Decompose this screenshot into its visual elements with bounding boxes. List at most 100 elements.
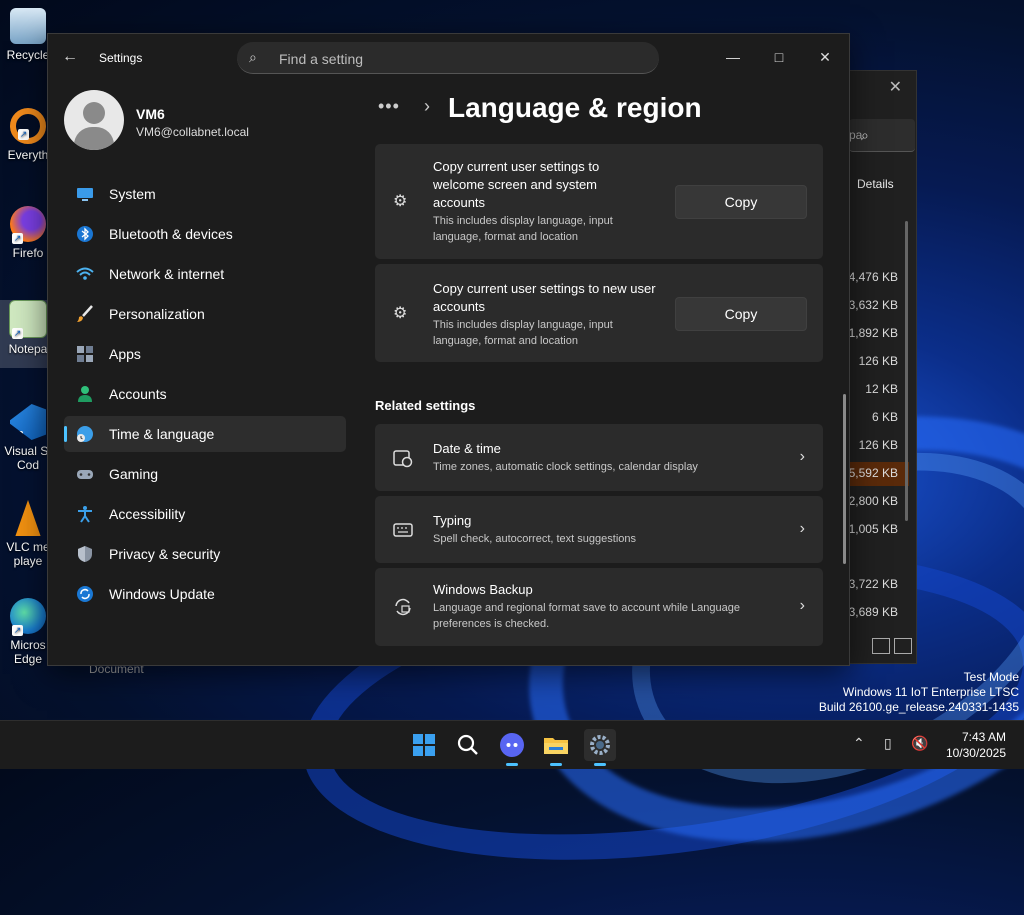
backup-icon: [395, 598, 411, 616]
nav-item-system[interactable]: System: [64, 176, 346, 212]
settings-window: ← Settings ⌕ — □ ✕ VM6 VM6@collabnet.loc…: [47, 33, 850, 666]
chevron-right-icon: ›: [799, 448, 805, 465]
nav-item-gaming[interactable]: Gaming: [64, 456, 346, 492]
firefox-icon: ↗: [10, 206, 46, 244]
copy-welcome-button[interactable]: Copy: [675, 185, 807, 219]
memory-value: 95,592 KB: [841, 466, 898, 480]
notepad-icon: ↗: [9, 300, 47, 339]
memory-value: 6 KB: [871, 410, 898, 424]
gamepad-icon: [77, 470, 93, 479]
clock[interactable]: 7:43 AM 10/30/2025: [946, 729, 1006, 761]
chevron-up-icon[interactable]: ⌃: [853, 735, 865, 752]
card-title: Copy current user settings to welcome sc…: [433, 159, 600, 210]
network-icon[interactable]: ▯: [884, 735, 892, 752]
memory-value: 83,632 KB: [841, 298, 898, 312]
shield-icon: [78, 546, 92, 562]
person-icon: [78, 386, 92, 402]
bg-search-box[interactable]: pa ⌕: [849, 119, 915, 152]
edge-icon: ↗: [10, 598, 46, 636]
user-name: VM6: [136, 106, 165, 122]
maximize-icon[interactable]: □: [756, 42, 802, 72]
discord-icon: [500, 733, 524, 757]
recycle-bin-icon: [10, 8, 46, 44]
memory-value: 13,722 KB: [841, 577, 898, 591]
card-title: Date & time: [433, 441, 501, 456]
related-settings-heading: Related settings: [375, 398, 476, 413]
folder-icon: [544, 738, 568, 754]
user-email: VM6@collabnet.local: [136, 125, 249, 139]
memory-value: 12 KB: [865, 382, 898, 396]
update-icon: [77, 586, 93, 602]
desktop-icon-label: VLC me playe: [6, 540, 50, 568]
more-breadcrumb-button[interactable]: •••: [378, 96, 400, 117]
vscode-icon: ↗: [10, 404, 46, 440]
card-title: Typing: [433, 513, 472, 528]
nav-item-apps[interactable]: Apps: [64, 336, 346, 372]
desktop-icon-label: Recycle: [6, 48, 50, 62]
related-date-time[interactable]: Date & time Time zones, automatic clock …: [375, 424, 823, 491]
brush-icon: [77, 305, 93, 322]
memory-value: 71,005 KB: [841, 522, 898, 536]
everything-icon: ↗: [10, 108, 46, 144]
monitor-icon: [77, 188, 93, 201]
scrollbar[interactable]: [843, 394, 846, 564]
desktop-icon-label: Notepa: [8, 342, 48, 356]
memory-value: 1,892 KB: [848, 326, 898, 340]
search-icon: [457, 734, 478, 755]
scrollbar[interactable]: [905, 221, 908, 521]
vlc-icon: [15, 500, 41, 536]
avatar: [64, 90, 124, 150]
list-view-icon[interactable]: [872, 638, 890, 654]
search-box[interactable]: ⌕: [237, 42, 659, 75]
nav-item-windows-update[interactable]: Windows Update: [64, 576, 346, 612]
memory-value: 126 KB: [858, 354, 898, 368]
card-title: Copy current user settings to new user a…: [433, 281, 656, 314]
card-description: Time zones, automatic clock settings, ca…: [433, 461, 698, 473]
settings-taskbar-button[interactable]: [584, 729, 616, 766]
memory-value: 22,800 KB: [841, 494, 898, 508]
nav-item-accessibility[interactable]: Accessibility: [64, 496, 346, 532]
page-title: Language & region: [448, 92, 702, 123]
search-taskbar-button[interactable]: [452, 729, 484, 761]
close-icon[interactable]: ✕: [802, 42, 848, 72]
wifi-icon: [76, 267, 94, 280]
test-mode-watermark: Test Mode Windows 11 IoT Enterprise LTSC…: [818, 670, 1019, 714]
search-input[interactable]: [277, 42, 641, 75]
nav-item-personalization[interactable]: Personalization: [64, 296, 346, 332]
nav-item-time-language[interactable]: Time & language: [64, 416, 346, 452]
minimize-icon[interactable]: —: [710, 42, 756, 72]
nav-item-accounts[interactable]: Accounts: [64, 376, 346, 412]
nav-item-privacy[interactable]: Privacy & security: [64, 536, 346, 572]
card-title: Windows Backup: [433, 582, 533, 597]
accessibility-icon: [78, 506, 92, 523]
details-tab[interactable]: Details: [857, 177, 894, 191]
nav-list: System Bluetooth & devices Network & int…: [64, 176, 346, 616]
back-arrow-icon[interactable]: ←: [62, 48, 82, 68]
nav-item-network[interactable]: Network & internet: [64, 256, 346, 292]
desktop-icon-label: Firefo: [12, 246, 44, 260]
chevron-right-icon: ›: [799, 597, 805, 614]
tile-view-icon[interactable]: [894, 638, 912, 654]
copy-welcome-card: ⚙ Copy current user settings to welcome …: [375, 144, 823, 259]
nav-item-bluetooth[interactable]: Bluetooth & devices: [64, 216, 346, 252]
file-explorer-taskbar-button[interactable]: [540, 729, 572, 766]
close-icon[interactable]: ✕: [889, 77, 902, 97]
memory-value: 4,476 KB: [848, 270, 898, 284]
breadcrumb: ••• › Language & region: [378, 90, 838, 130]
title-bar: ← Settings ⌕ — □ ✕: [48, 34, 849, 82]
start-button[interactable]: [408, 729, 440, 761]
volume-muted-icon[interactable]: 🔇: [911, 735, 928, 752]
memory-value: 03,689 KB: [841, 605, 898, 619]
discord-taskbar-button[interactable]: [496, 729, 528, 766]
apps-icon: [77, 346, 93, 362]
copy-new-user-card: ⚙ Copy current user settings to new user…: [375, 264, 823, 362]
memory-value: 126 KB: [858, 438, 898, 452]
search-icon: ⌕: [861, 127, 869, 143]
card-description: This includes display language, input la…: [433, 319, 613, 347]
copy-new-user-button[interactable]: Copy: [675, 297, 807, 331]
app-title: Settings: [99, 51, 143, 65]
related-typing[interactable]: Typing Spell check, autocorrect, text su…: [375, 496, 823, 563]
calendar-clock-icon: [393, 450, 413, 468]
related-windows-backup[interactable]: Windows Backup Language and regional for…: [375, 568, 823, 646]
desktop-icon-label: Visual St Cod: [4, 444, 52, 472]
